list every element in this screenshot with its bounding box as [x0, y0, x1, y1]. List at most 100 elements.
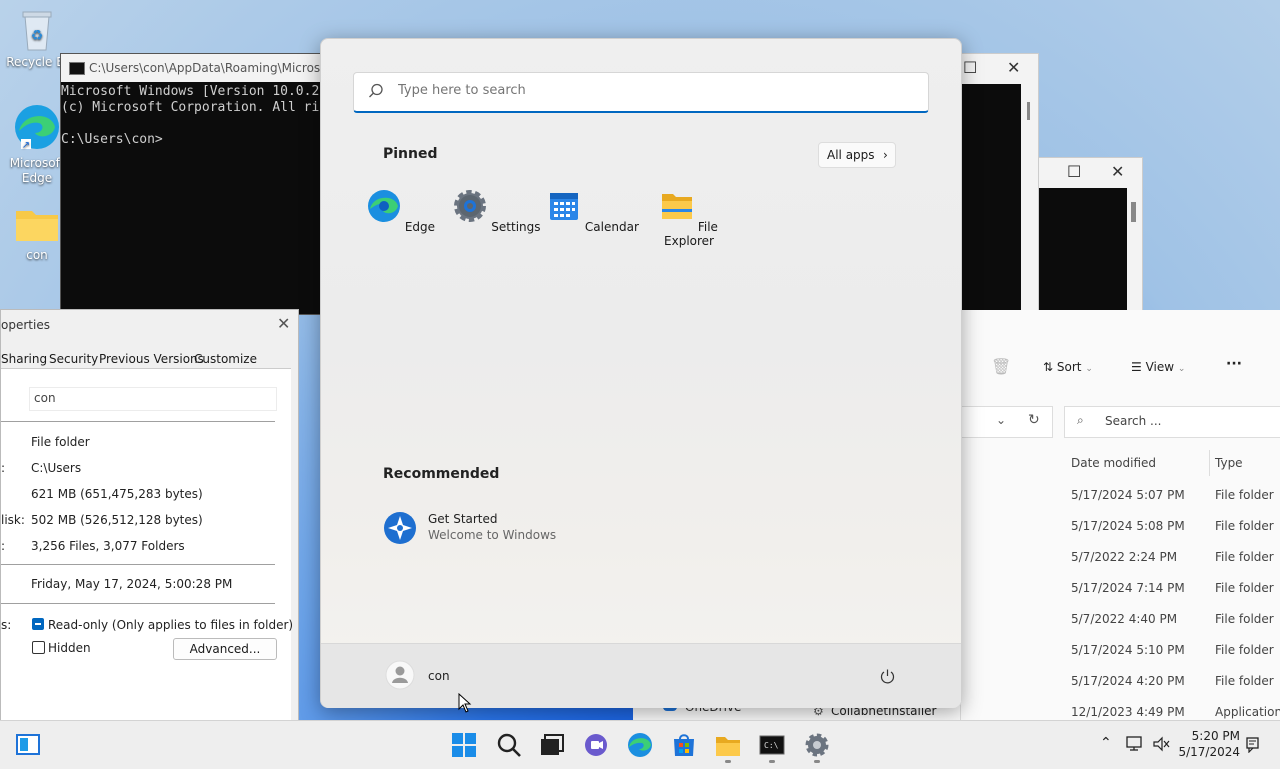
cmd-output[interactable]: Microsoft Windows [Version 10.0.2 (c) Mi…	[61, 82, 323, 148]
table-row[interactable]: 5/7/2022 2:24 PM File folder	[1071, 550, 1274, 564]
clock-date[interactable]: 5/17/2024	[1178, 745, 1240, 759]
pinned-app-file-explorer[interactable]: File Explorer	[641, 189, 737, 248]
user-name[interactable]: con	[428, 669, 450, 683]
store-icon[interactable]	[670, 731, 698, 759]
installer-taskbar-icon[interactable]	[803, 731, 831, 759]
table-row[interactable]: 5/17/2024 7:14 PM File folder	[1071, 581, 1274, 595]
svg-text:♻: ♻	[31, 28, 44, 44]
power-icon[interactable]	[879, 668, 896, 685]
folder-name-input[interactable]: con	[29, 387, 277, 411]
pinned-app-settings[interactable]: Settings	[449, 189, 545, 234]
chevron-up-icon[interactable]: ⌃	[1100, 735, 1112, 751]
start-menu[interactable]: Pinned All apps › Edge Settings	[320, 38, 962, 708]
hidden-checkbox[interactable]	[32, 641, 45, 654]
tab-customize[interactable]: Customize	[194, 352, 257, 366]
all-apps-label: All apps	[827, 148, 875, 162]
tab-security[interactable]: Security	[49, 352, 98, 366]
folder-icon	[662, 194, 693, 219]
table-row[interactable]: 5/17/2024 5:08 PM File folder	[1071, 519, 1274, 533]
start-search-box[interactable]	[353, 72, 929, 113]
advanced-button[interactable]: Advanced...	[173, 638, 277, 660]
scrollbar-thumb[interactable]	[1131, 202, 1136, 222]
more-options-icon[interactable]: ···	[1226, 356, 1242, 372]
table-row[interactable]: 5/17/2024 5:10 PM File folder	[1071, 643, 1274, 657]
cmd-title-bar[interactable]: C:\Users\con\AppData\Roaming\Microsoft\	[61, 54, 323, 82]
pinned-app-calendar[interactable]: Calendar	[545, 189, 641, 234]
search-icon[interactable]	[495, 731, 523, 759]
chevron-down-icon: ⌄	[1177, 364, 1186, 374]
windows-widget-icon[interactable]	[14, 731, 42, 759]
tab-sharing[interactable]: Sharing	[1, 352, 47, 366]
pinned-app-label: File Explorer	[664, 220, 718, 248]
maximize-icon[interactable]: ☐	[963, 58, 977, 77]
divider	[1, 603, 275, 604]
edge-taskbar-icon[interactable]	[626, 731, 654, 759]
hidden-label[interactable]: Hidden	[48, 641, 91, 655]
background-console-window[interactable]: ☐ ✕	[958, 53, 1039, 313]
table-row[interactable]: 5/7/2022 4:40 PM File folder	[1071, 612, 1274, 626]
file-explorer-taskbar-icon[interactable]	[714, 731, 742, 759]
scrollbar-thumb[interactable]	[1027, 102, 1030, 120]
view-label: View	[1145, 360, 1175, 374]
column-header-type[interactable]: Type	[1215, 456, 1243, 470]
close-icon[interactable]: ✕	[1007, 58, 1020, 77]
address-bar[interactable]: ⌄ ↻	[961, 406, 1053, 438]
folder-icon	[16, 211, 58, 241]
sort-label: Sort	[1056, 360, 1082, 374]
command-prompt-window[interactable]: C:\Users\con\AppData\Roaming\Microsoft\ …	[60, 53, 324, 315]
general-tab-panel: con File folder : C:\Users 621 MB (651,4…	[1, 368, 293, 721]
created-value: Friday, May 17, 2024, 5:00:28 PM	[31, 577, 233, 591]
field-label: :	[1, 461, 6, 475]
cmd-line: Microsoft Windows [Version 10.0.2	[61, 84, 320, 99]
svg-text:↗: ↗	[22, 140, 30, 151]
background-console-window-2[interactable]: ☐ ✕	[1038, 157, 1143, 314]
readonly-checkbox[interactable]	[32, 618, 44, 630]
advanced-button-label: Advanced...	[189, 642, 261, 656]
pinned-app-edge[interactable]: Edge	[353, 189, 449, 234]
running-indicator	[725, 760, 731, 763]
clock-time[interactable]: 5:20 PM	[1184, 729, 1240, 743]
dialog-title: operties	[1, 318, 50, 332]
view-button[interactable]: ☰ View ⌄	[1131, 360, 1185, 374]
readonly-label[interactable]: Read-only (Only applies to files in fold…	[48, 618, 293, 632]
table-row[interactable]: 5/17/2024 4:20 PM File folder	[1071, 674, 1274, 688]
refresh-icon[interactable]: ↻	[1028, 412, 1040, 428]
delete-icon[interactable]: 🗑	[991, 357, 1011, 376]
teams-chat-icon[interactable]	[582, 731, 610, 759]
task-view-icon[interactable]	[537, 731, 565, 759]
table-row[interactable]: 5/17/2024 5:07 PM File folder	[1071, 488, 1274, 502]
properties-dialog[interactable]: operties ✕ Sharing Security Previous Ver…	[0, 309, 299, 722]
pinned-app-label: Edge	[404, 220, 436, 234]
all-apps-button[interactable]: All apps ›	[818, 142, 896, 168]
volume-muted-icon[interactable]	[1152, 736, 1170, 752]
maximize-icon[interactable]: ☐	[1067, 162, 1081, 181]
cell-date: 5/17/2024 4:20 PM	[1071, 674, 1185, 688]
column-header-date[interactable]: Date modified	[1071, 456, 1156, 470]
file-explorer-window[interactable]: 🗑 ⇅ Sort ⌄ ☰ View ⌄ ··· ⌄ ↻ ⌕ Search ...…	[960, 310, 1280, 720]
divider	[1, 421, 275, 422]
notification-icon[interactable]	[1246, 737, 1260, 753]
close-icon[interactable]: ✕	[277, 314, 290, 333]
location-value: C:\Users	[31, 461, 82, 475]
cell-date: 5/17/2024 5:07 PM	[1071, 488, 1185, 502]
user-account-button[interactable]	[385, 660, 415, 690]
search-input[interactable]	[396, 82, 900, 99]
table-row[interactable]: 12/1/2023 4:49 PM Application	[1071, 705, 1280, 719]
cell-type: Application	[1215, 705, 1280, 719]
terminal-taskbar-icon[interactable]: C:\	[758, 731, 786, 759]
sort-button[interactable]: ⇅ Sort ⌄	[1043, 360, 1093, 374]
cell-type: File folder	[1215, 643, 1274, 657]
explorer-search-box[interactable]: ⌕ Search ...	[1064, 406, 1280, 438]
recommended-item-get-started[interactable]: Get Started Welcome to Windows	[383, 509, 583, 549]
chevron-down-icon[interactable]: ⌄	[996, 413, 1006, 427]
search-icon	[369, 83, 383, 98]
network-icon[interactable]	[1126, 736, 1144, 752]
start-button-icon[interactable]	[450, 731, 478, 759]
cell-type: File folder	[1215, 550, 1274, 564]
cell-type: File folder	[1215, 674, 1274, 688]
cell-type: File folder	[1215, 612, 1274, 626]
column-divider[interactable]	[1209, 450, 1210, 476]
close-icon[interactable]: ✕	[1111, 162, 1124, 181]
tab-previous-versions[interactable]: Previous Versions	[99, 352, 204, 366]
chevron-right-icon: ›	[883, 148, 888, 162]
